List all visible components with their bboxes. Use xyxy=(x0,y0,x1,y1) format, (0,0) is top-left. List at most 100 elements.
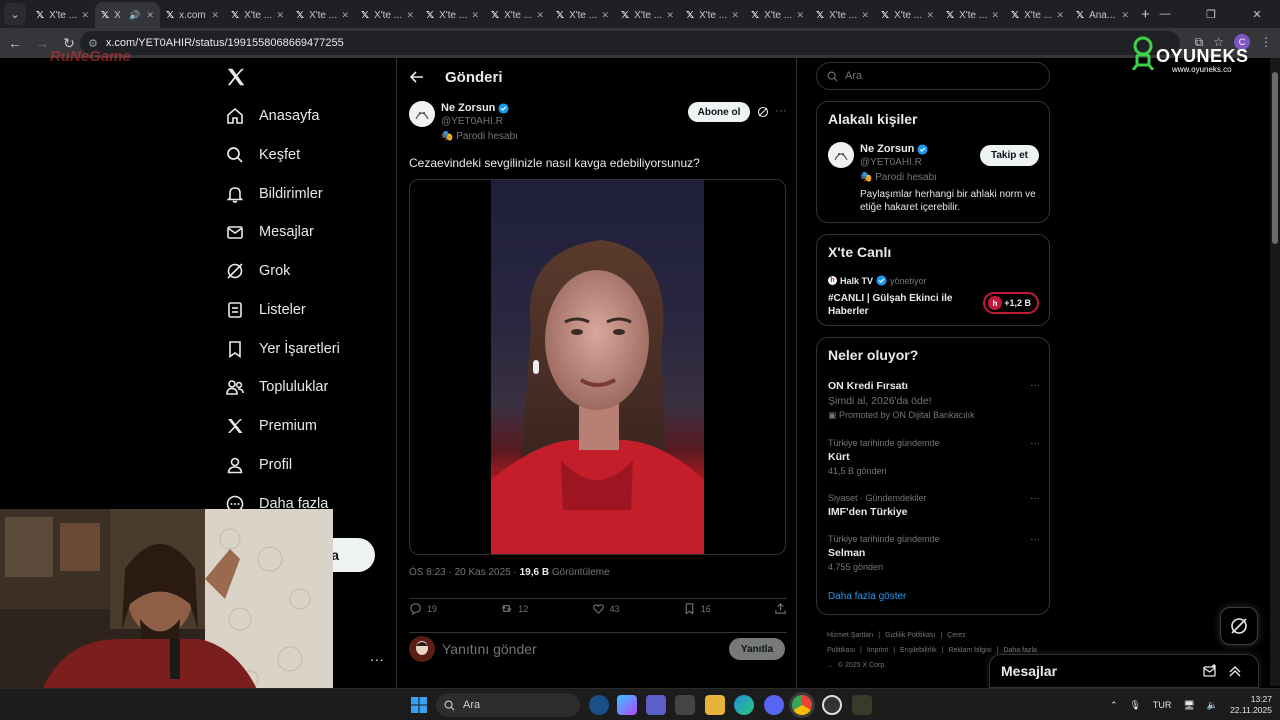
footer-link[interactable]: Reklam bilgisi xyxy=(948,647,991,654)
account-more-icon[interactable]: ... xyxy=(370,648,385,664)
author-name[interactable]: Ne Zorsun xyxy=(441,102,509,114)
browser-tab[interactable]: 𝕏 X 🔊 ✕ xyxy=(95,2,160,28)
edge-icon[interactable] xyxy=(734,695,754,715)
browser-tab[interactable]: 𝕏 X'te ... ✕ xyxy=(810,2,875,28)
taskbar-app-10-icon[interactable] xyxy=(852,695,872,715)
teams-icon[interactable] xyxy=(646,695,666,715)
subscribe-button[interactable]: Abone ol xyxy=(688,102,750,122)
video-player[interactable] xyxy=(491,180,704,554)
nav-item[interactable]: Topluluklar xyxy=(225,372,328,402)
footer-link[interactable]: © 2025 X Corp. xyxy=(838,662,886,669)
reply-input[interactable]: Yanıtını gönder xyxy=(442,641,537,657)
network-icon[interactable]: 🖥 xyxy=(1183,700,1194,711)
browser-tab[interactable]: 𝕏 X'te ... ✕ xyxy=(1005,2,1070,28)
close-tab-icon[interactable]: ✕ xyxy=(861,10,869,21)
tray-chevron-icon[interactable]: ⌃ xyxy=(1110,700,1118,711)
like-action[interactable]: 43 xyxy=(592,601,620,616)
reply-button[interactable]: Yanıtla xyxy=(729,638,785,660)
browser-tab[interactable]: 𝕏 X'te ... ✕ xyxy=(355,2,420,28)
trend-item[interactable]: Türkiye tarihinde gündemde Kürt 41,5 B g… xyxy=(828,438,1040,476)
live-listeners-badge[interactable]: h +1,2 B xyxy=(983,292,1039,314)
user-avatar[interactable] xyxy=(409,636,435,662)
minimize-icon[interactable]: — xyxy=(1142,8,1188,20)
browser-tab[interactable]: 𝕏 X'te ... ✕ xyxy=(30,2,95,28)
close-tab-icon[interactable]: ✕ xyxy=(276,10,284,21)
trend-item[interactable]: ON Kredi Fırsatı Şimdi al, 2026'da öde! … xyxy=(828,380,1040,421)
browser-tab[interactable]: 𝕏 Ana... ✕ xyxy=(1070,2,1135,28)
close-tab-icon[interactable]: ✕ xyxy=(991,10,999,21)
file-explorer-icon[interactable] xyxy=(705,695,725,715)
trend-more-icon[interactable]: ··· xyxy=(1030,438,1040,449)
close-tab-icon[interactable]: ✕ xyxy=(601,10,609,21)
browser-tab[interactable]: 𝕏 X'te ... ✕ xyxy=(550,2,615,28)
trend-item[interactable]: Türkiye tarihinde gündemde Selman 4.755 … xyxy=(828,534,1040,572)
post-timestamp[interactable]: ÖS 8:23 · 20 Kas 2025 · xyxy=(409,567,520,578)
repost-action[interactable]: 12 xyxy=(500,601,528,616)
volume-icon[interactable]: 🔈 xyxy=(1207,700,1218,711)
browser-tab[interactable]: 𝕏 X'te ... ✕ xyxy=(225,2,290,28)
back-arrow-icon[interactable] xyxy=(409,69,425,85)
expand-up-icon[interactable] xyxy=(1227,663,1243,679)
reply-action[interactable]: 19 xyxy=(409,601,437,616)
windows-start-icon[interactable] xyxy=(411,697,427,713)
new-message-icon[interactable] xyxy=(1202,663,1218,679)
footer-link[interactable]: Gizlilik Politikası xyxy=(885,632,935,639)
live-stream-title[interactable]: #CANLI | Gülşah Ekinci ile Haberler xyxy=(828,292,968,318)
page-scrollbar[interactable] xyxy=(1270,58,1280,686)
audio-playing-icon[interactable]: 🔊 xyxy=(129,10,140,21)
browser-tab[interactable]: 𝕏 X'te ... ✕ xyxy=(745,2,810,28)
language-indicator[interactable]: TUR xyxy=(1153,700,1172,710)
post-media[interactable] xyxy=(409,179,786,555)
clock[interactable]: 13:27 22.11.2025 xyxy=(1230,694,1272,716)
author-avatar[interactable] xyxy=(409,101,435,127)
nav-item[interactable]: Bildirimler xyxy=(225,179,323,209)
chrome-icon[interactable] xyxy=(792,695,812,715)
nav-item[interactable]: Keşfet xyxy=(225,140,300,170)
discord-icon[interactable] xyxy=(764,695,784,715)
bookmark-action[interactable]: 16 xyxy=(683,601,711,616)
close-tab-icon[interactable]: ✕ xyxy=(341,10,349,21)
trend-more-icon[interactable]: ··· xyxy=(1030,534,1040,545)
browser-tab[interactable]: 𝕏x.com ✕ xyxy=(160,2,225,28)
close-tab-icon[interactable]: ✕ xyxy=(1121,10,1129,21)
browser-tab[interactable]: 𝕏 X'te ... ✕ xyxy=(680,2,745,28)
nav-item[interactable]: Listeler xyxy=(225,295,306,325)
browser-tab[interactable]: 𝕏 X'te ... ✕ xyxy=(875,2,940,28)
related-handle[interactable]: @YET0AHI.R xyxy=(860,157,922,168)
browser-tab[interactable]: 𝕏 X'te ... ✕ xyxy=(290,2,355,28)
footer-link[interactable]: Imprint xyxy=(867,647,888,654)
author-handle[interactable]: @YET0AHI.R xyxy=(441,116,503,127)
close-tab-icon[interactable]: ✕ xyxy=(406,10,414,21)
close-tab-icon[interactable]: ✕ xyxy=(471,10,479,21)
footer-link[interactable]: Erişilebilirlik xyxy=(900,647,937,654)
close-tab-icon[interactable]: ✕ xyxy=(81,10,89,21)
trend-item[interactable]: Siyaset · Gündemdekiler IMF'den Türkiye … xyxy=(828,493,1040,518)
nav-item[interactable]: Mesajlar xyxy=(225,217,314,247)
grok-icon[interactable] xyxy=(757,106,769,118)
nav-item[interactable]: Premium xyxy=(225,411,317,441)
browser-tab[interactable]: 𝕏 X'te ... ✕ xyxy=(615,2,680,28)
close-window-icon[interactable]: ✕ xyxy=(1234,8,1280,21)
footer-link[interactable]: Hizmet Şartları xyxy=(827,632,873,639)
copilot-icon[interactable] xyxy=(617,695,637,715)
browser-tab[interactable]: 𝕏 X'te ... ✕ xyxy=(420,2,485,28)
tab-search-button[interactable]: ⌄ xyxy=(4,3,26,25)
nav-item[interactable]: Anasayfa xyxy=(225,101,319,131)
nav-item[interactable]: Grok xyxy=(225,256,290,286)
taskbar-search[interactable]: Ara xyxy=(436,693,580,717)
nav-item[interactable]: Profil xyxy=(225,450,292,480)
close-tab-icon[interactable]: ✕ xyxy=(1056,10,1064,21)
live-host[interactable]: h Halk TV yönetiyor xyxy=(828,275,927,286)
store-icon[interactable] xyxy=(675,695,695,715)
trend-more-icon[interactable]: ··· xyxy=(1030,380,1040,391)
close-tab-icon[interactable]: ✕ xyxy=(211,10,219,21)
related-name[interactable]: Ne Zorsun xyxy=(860,143,928,155)
browser-tab[interactable]: 𝕏 X'te ... ✕ xyxy=(485,2,550,28)
microphone-icon[interactable]: 🎙 xyxy=(1129,700,1140,711)
back-icon[interactable]: ← xyxy=(3,35,27,51)
grok-floating-button[interactable] xyxy=(1220,607,1258,645)
obs-icon[interactable] xyxy=(822,695,842,715)
more-options-icon[interactable]: ··· xyxy=(775,103,787,117)
close-tab-icon[interactable]: ✕ xyxy=(666,10,674,21)
restore-icon[interactable]: ❐ xyxy=(1188,8,1234,21)
